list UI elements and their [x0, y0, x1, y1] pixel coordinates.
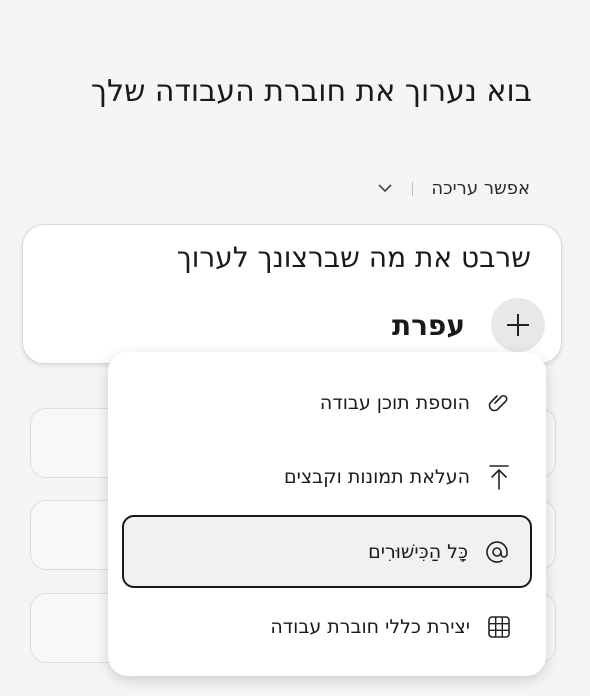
edit-mode-label[interactable]: אפשר עריכה: [431, 178, 530, 199]
page-title: בוא נערוך את חוברת העבודה שלך: [90, 74, 532, 109]
add-button[interactable]: [491, 298, 545, 352]
menu-item-upload-files[interactable]: העלאת תמונות וקבצים: [122, 442, 532, 512]
menu-item-label: יצירת כללי חוברת עבודה: [270, 616, 470, 638]
menu-item-add-work-content[interactable]: הוספת תוכן עבודה: [122, 368, 532, 438]
menu-item-label: הוספת תוכן עבודה: [319, 392, 470, 414]
at-sign-icon: [484, 539, 510, 565]
toolbar: אפשר עריכה: [376, 178, 530, 199]
grid-icon: [486, 614, 512, 640]
menu-item-all-skills[interactable]: כָּל הַכִּישׁוּרִים: [122, 515, 532, 588]
prompt-composer[interactable]: שרבט את מה שברצונך לערוך עפרת: [22, 224, 562, 364]
menu-item-label: העלאת תמונות וקבצים: [284, 466, 470, 488]
attachment-label: עפרת: [391, 309, 465, 342]
add-content-menu: הוספת תוכן עבודה העלאת תמונות וקבצים כָּ…: [108, 352, 546, 676]
toolbar-divider: [412, 181, 414, 196]
prompt-input[interactable]: שרבט את מה שברצונך לערוך: [177, 241, 531, 274]
chevron-down-icon[interactable]: [376, 180, 394, 198]
menu-item-label: כָּל הַכִּישׁוּרִים: [368, 540, 468, 563]
upload-icon: [486, 464, 512, 490]
menu-item-create-workbook-rules[interactable]: יצירת כללי חוברת עבודה: [122, 592, 532, 662]
plus-icon: [505, 312, 531, 338]
paperclip-icon: [486, 390, 512, 416]
